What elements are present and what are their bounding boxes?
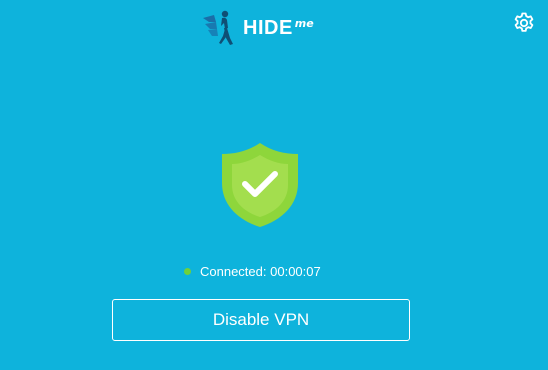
connection-duration: 00:00:07 — [270, 263, 321, 279]
logo-me-text: me — [294, 17, 314, 30]
status-text: Connected: 00:00:07 — [200, 264, 321, 279]
logo-wordmark: HIDE me — [243, 18, 314, 38]
shield-check-icon — [222, 143, 298, 227]
disable-vpn-button[interactable]: Disable VPN — [112, 299, 410, 341]
logo-hide-text: HIDE — [243, 17, 293, 39]
brand-logo: HIDE me — [200, 8, 314, 48]
gear-icon[interactable] — [512, 11, 536, 35]
walking-person-wings-icon — [203, 10, 233, 45]
status-indicator-dot — [184, 267, 191, 275]
status-label: Connected: — [200, 263, 267, 279]
connection-status: Connected: 00:00:07 — [184, 262, 321, 280]
app-window: HIDE me Connected: 00:00:07 Disable VPN — [0, 0, 548, 370]
